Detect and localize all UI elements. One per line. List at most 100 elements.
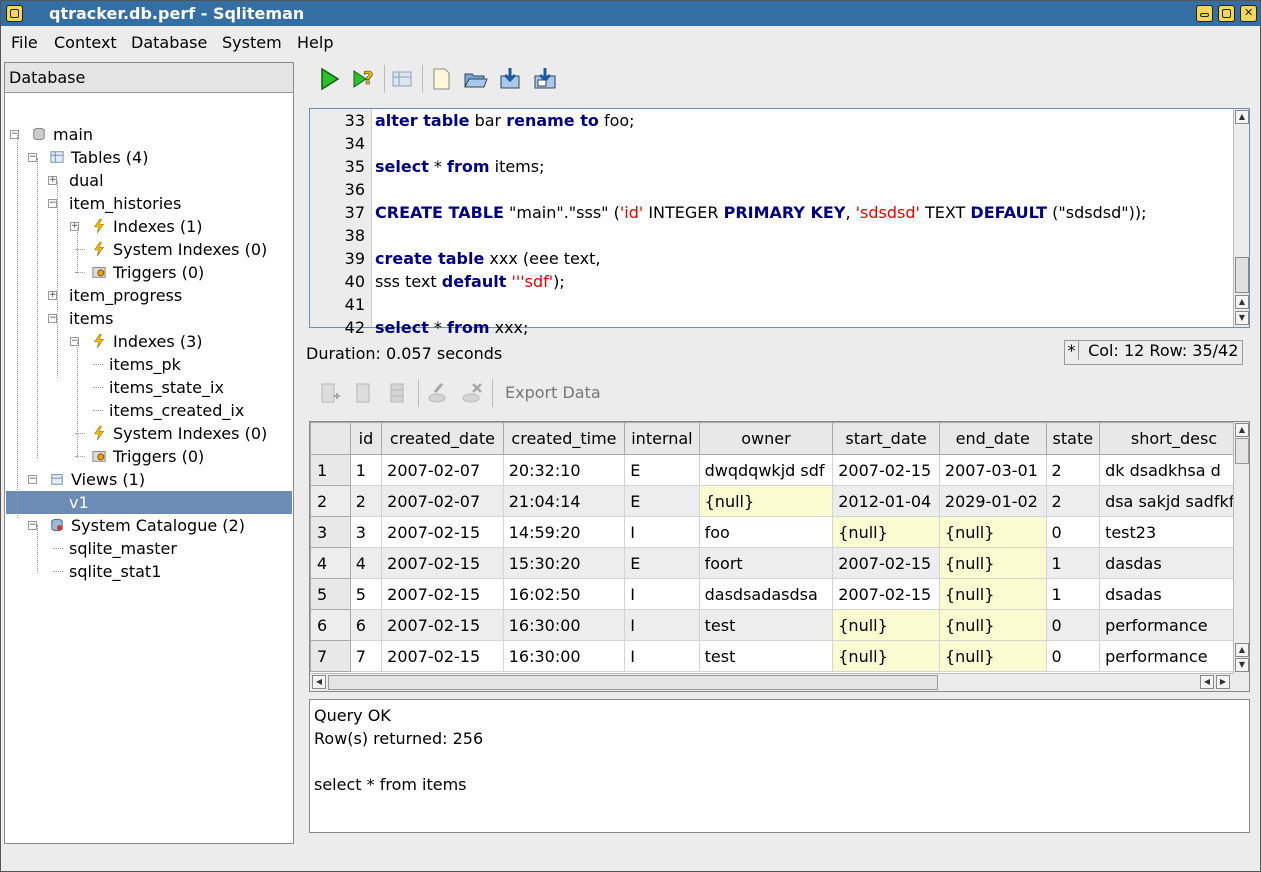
insert-row-icon[interactable]	[316, 380, 342, 406]
menu-file[interactable]: File	[11, 33, 38, 52]
column-header-id[interactable]: id	[349, 422, 383, 455]
table-cell[interactable]: dasdas	[1099, 547, 1249, 579]
table-cell[interactable]: {null}	[938, 547, 1047, 579]
table-cell[interactable]: foort	[698, 547, 834, 579]
table-cell[interactable]: dasdsadasdsa	[698, 578, 834, 610]
tree-item-views-1[interactable]: Views (1)	[49, 468, 145, 491]
maximize-button[interactable]	[1218, 5, 1235, 22]
code-line[interactable]: select * from items;	[375, 157, 545, 180]
explain-icon[interactable]: ?	[350, 66, 376, 92]
tree-item-triggers-0[interactable]: Triggers (0)	[91, 261, 204, 284]
table-cell[interactable]: dsadas	[1099, 578, 1249, 610]
table-cell[interactable]: 2029-01-02	[938, 485, 1047, 517]
editor-scrollbar[interactable]: ▲ ▲ ▼	[1233, 109, 1249, 327]
new-file-icon[interactable]	[428, 66, 454, 92]
table-row[interactable]: 1 1 2007-02-07 20:32:10 Edwqdqwkjd sdf 2007-0…	[310, 454, 1249, 486]
table-cell[interactable]: 2	[349, 485, 383, 517]
scroll-up-icon[interactable]: ▲	[1235, 110, 1249, 124]
column-header-start-date[interactable]: start_date	[832, 422, 940, 455]
scroll-up-icon[interactable]: ▲	[1235, 295, 1249, 309]
table-cell[interactable]: test23	[1099, 516, 1249, 548]
table-cell[interactable]: dwqdqwkjd sdf	[698, 454, 834, 486]
scrollbar-thumb[interactable]	[1235, 257, 1249, 293]
tree-item-dual[interactable]: dual	[69, 169, 104, 192]
tree-item-system-indexes-0[interactable]: System Indexes (0)	[91, 422, 267, 445]
tree-item-items-created-ix[interactable]: items_created_ix	[109, 399, 244, 422]
row-header[interactable]: 7	[310, 640, 351, 672]
scroll-up-icon[interactable]: ▲	[1235, 643, 1249, 657]
table-cell[interactable]: {null}	[938, 640, 1047, 672]
table-cell[interactable]: 16:02:50	[502, 578, 626, 610]
table-rows-icon[interactable]	[384, 380, 410, 406]
code-line[interactable]: CREATE TABLE "main"."sss" ('id' INTEGER …	[375, 203, 1146, 226]
table-cell[interactable]: 0	[1045, 609, 1101, 641]
save-icon[interactable]	[497, 66, 523, 92]
title-bar[interactable]: qtracker.db.perf - Sqliteman ✕	[1, 1, 1260, 26]
scrollbar-thumb[interactable]	[328, 675, 938, 690]
table-cell[interactable]: I	[624, 609, 700, 641]
window-menu-button[interactable]	[6, 5, 23, 22]
table-cell[interactable]: performance	[1099, 609, 1249, 641]
commit-icon[interactable]	[424, 380, 450, 406]
open-file-icon[interactable]	[462, 66, 488, 92]
table-row[interactable]: 6 6 2007-02-15 16:30:00 Itest {null} {null} 0 pe…	[310, 609, 1249, 641]
scroll-down-icon[interactable]: ▼	[1235, 311, 1249, 325]
table-cell[interactable]: 1	[1045, 578, 1101, 610]
table-cell[interactable]: 1	[1045, 547, 1101, 579]
code-line[interactable]: create table xxx (eee text,	[375, 249, 600, 272]
table-cell[interactable]: 2007-02-15	[381, 578, 504, 610]
collapse-icon[interactable]: −	[48, 199, 57, 208]
table-cell[interactable]: 2	[1045, 454, 1101, 486]
sql-editor[interactable]: 33 34 35 36 37 38 39 40 41 42 alter table bar ren…	[309, 108, 1250, 337]
table-cell[interactable]: foo	[698, 516, 834, 548]
tree-item-indexes-1[interactable]: Indexes (1)	[91, 215, 202, 238]
tree-item-items-pk[interactable]: items_pk	[109, 353, 181, 376]
table-cell[interactable]: 2007-03-01	[938, 454, 1047, 486]
table-row[interactable]: 2 2 2007-02-07 21:04:14 E {null} 2012-01-04 202…	[310, 485, 1249, 517]
table-cell[interactable]: {null}	[832, 516, 940, 548]
table-cell[interactable]: 2012-01-04	[832, 485, 940, 517]
column-header-short-desc[interactable]: short_desc	[1099, 422, 1249, 455]
object-browser-icon[interactable]	[389, 66, 415, 92]
tree-item-triggers-0[interactable]: Triggers (0)	[91, 445, 204, 468]
table-cell[interactable]: {null}	[832, 640, 940, 672]
tree-item-item-progress[interactable]: item_progress	[69, 284, 182, 307]
table-cell[interactable]: 1	[349, 454, 383, 486]
code-line[interactable]: alter table bar rename to foo;	[375, 111, 635, 134]
tree-item-item-histories[interactable]: item_histories	[69, 192, 181, 215]
expand-icon[interactable]: +	[48, 176, 57, 185]
grid-vertical-scrollbar[interactable]: ▲ ▲ ▼	[1233, 422, 1249, 674]
delete-row-icon[interactable]	[350, 380, 376, 406]
table-cell[interactable]: test	[698, 640, 834, 672]
tree-item-items-state-ix[interactable]: items_state_ix	[109, 376, 224, 399]
table-cell[interactable]: {null}	[832, 609, 940, 641]
table-cell[interactable]: dk dsadkhsa d	[1099, 454, 1249, 486]
menu-system[interactable]: System	[222, 33, 282, 52]
grid-horizontal-scrollbar[interactable]: ◀ ◀ ▶	[310, 673, 1249, 691]
row-header[interactable]: 1	[310, 454, 351, 486]
menu-context[interactable]: Context	[54, 33, 117, 52]
column-header-state[interactable]: state	[1045, 422, 1101, 455]
code-line[interactable]: select * from xxx;	[375, 318, 528, 341]
table-cell[interactable]: 3	[349, 516, 383, 548]
table-cell[interactable]: 14:59:20	[502, 516, 626, 548]
tree-item-sqlite-stat1[interactable]: sqlite_stat1	[69, 560, 161, 583]
collapse-icon[interactable]: −	[28, 475, 37, 484]
tree-item-system-catalogue-2[interactable]: System Catalogue (2)	[49, 514, 245, 537]
table-row[interactable]: 5 5 2007-02-15 16:02:50 Idasdsadasdsa 2007-02…	[310, 578, 1249, 610]
rollback-icon[interactable]	[458, 380, 484, 406]
table-cell[interactable]: 2007-02-07	[381, 454, 504, 486]
table-cell[interactable]: 21:04:14	[502, 485, 626, 517]
table-cell[interactable]: 2007-02-15	[381, 547, 504, 579]
table-cell[interactable]: 20:32:10	[502, 454, 626, 486]
save-as-icon[interactable]	[532, 66, 558, 92]
table-cell[interactable]: 16:30:00	[502, 640, 626, 672]
table-cell[interactable]: {null}	[698, 485, 834, 517]
collapse-icon[interactable]: −	[28, 521, 37, 530]
results-grid[interactable]: id created_date created_time internal owner s…	[309, 421, 1250, 692]
scroll-left-icon[interactable]: ◀	[312, 675, 326, 689]
table-cell[interactable]: {null}	[938, 578, 1047, 610]
table-cell[interactable]: 7	[349, 640, 383, 672]
tree-item-v1[interactable]: v1	[6, 491, 292, 514]
export-data-button[interactable]: Export Data	[505, 383, 601, 402]
